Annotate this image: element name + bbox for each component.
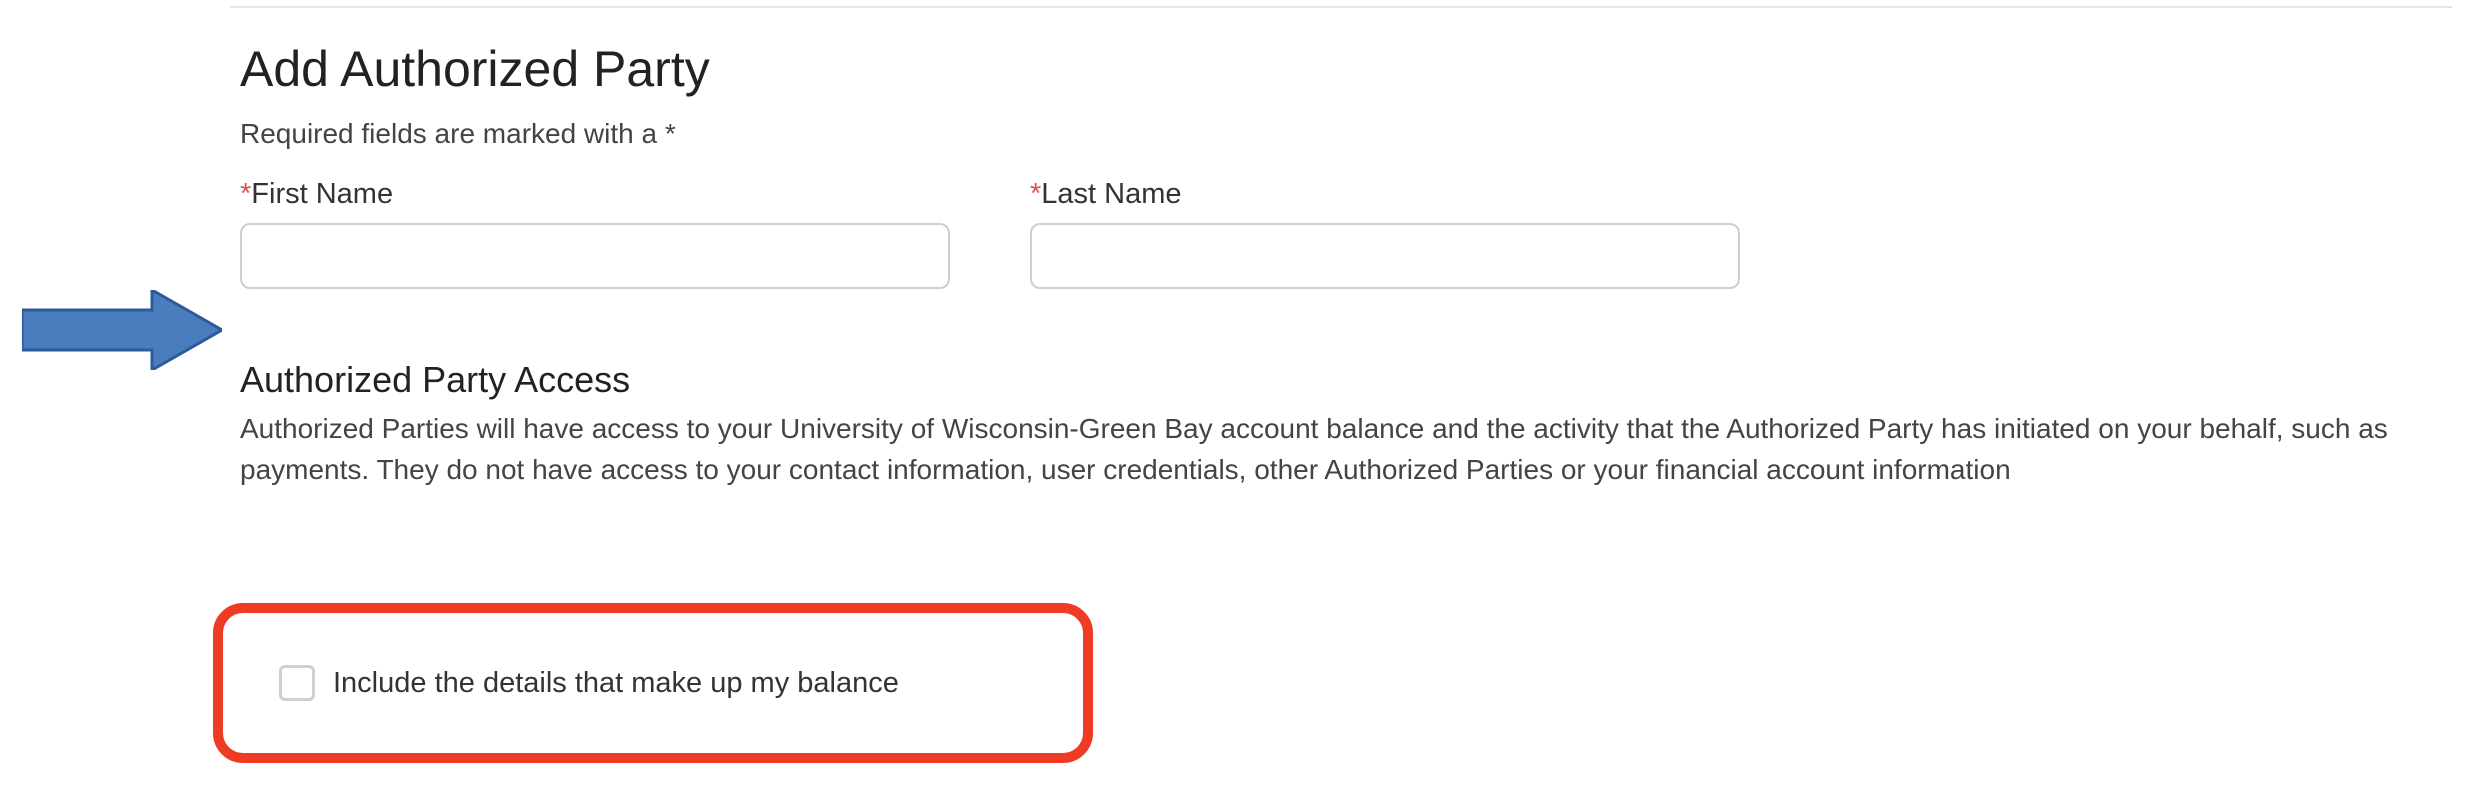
include-details-checkbox[interactable] xyxy=(279,665,315,701)
required-fields-note: Required fields are marked with a * xyxy=(240,118,2440,150)
required-asterisk: * xyxy=(1030,178,1041,210)
pointer-arrow-icon xyxy=(22,290,222,370)
checkbox-highlight-box: Include the details that make up my bala… xyxy=(213,603,1093,763)
last-name-input[interactable] xyxy=(1030,223,1740,289)
last-name-label-text: Last Name xyxy=(1041,178,1181,210)
include-details-row: Include the details that make up my bala… xyxy=(279,665,899,701)
required-asterisk: * xyxy=(240,178,251,210)
first-name-label-text: First Name xyxy=(251,178,393,210)
access-section-description: Authorized Parties will have access to y… xyxy=(240,409,2440,490)
access-section-title: Authorized Party Access xyxy=(240,359,2440,401)
first-name-group: *First Name xyxy=(240,178,950,289)
page-title: Add Authorized Party xyxy=(240,40,2440,98)
form-content: Add Authorized Party Required fields are… xyxy=(240,40,2440,490)
last-name-label: *Last Name xyxy=(1030,178,1740,211)
first-name-input[interactable] xyxy=(240,223,950,289)
first-name-label: *First Name xyxy=(240,178,950,211)
last-name-group: *Last Name xyxy=(1030,178,1740,289)
name-fields-row: *First Name *Last Name xyxy=(240,178,2440,289)
include-details-label: Include the details that make up my bala… xyxy=(333,667,899,700)
top-divider xyxy=(230,6,2452,8)
